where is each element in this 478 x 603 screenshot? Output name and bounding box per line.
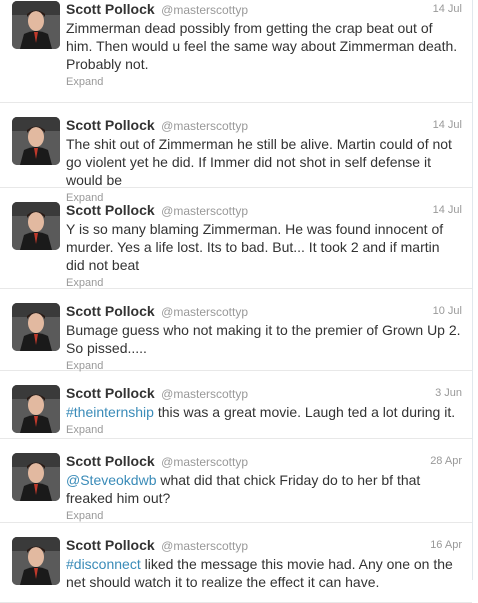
tweet-item[interactable]: Scott Pollock @masterscottyp 14 Jul Y is… [0, 188, 472, 289]
hashtag-link[interactable]: #theinternship [66, 404, 154, 420]
avatar[interactable] [12, 117, 60, 165]
fullname[interactable]: Scott Pollock [66, 1, 155, 17]
username[interactable]: @masterscottyp [161, 305, 248, 319]
tweet-header: Scott Pollock @masterscottyp 14 Jul [66, 201, 462, 219]
username[interactable]: @masterscottyp [161, 119, 248, 133]
tweet-text: @Steveokdwb what did that chick Friday d… [66, 471, 462, 507]
tweet-header: Scott Pollock @masterscottyp 14 Jul [66, 0, 462, 18]
tweet-body: this was a great movie. Laugh ted a lot … [153, 404, 456, 420]
tweet-header: Scott Pollock @masterscottyp 10 Jul [66, 302, 462, 320]
expand-link[interactable]: Expand [66, 277, 462, 289]
tweet-item[interactable]: Scott Pollock @masterscottyp 14 Jul Zimm… [0, 0, 472, 103]
tweet-item[interactable]: Scott Pollock @masterscottyp 3 Jun #thei… [0, 371, 472, 439]
expand-link[interactable]: Expand [66, 424, 462, 436]
username[interactable]: @masterscottyp [161, 3, 248, 17]
tweet-text: The shit out of Zimmerman he still be al… [66, 135, 462, 189]
timestamp[interactable]: 3 Jun [435, 384, 462, 402]
avatar[interactable] [12, 1, 60, 49]
tweet-text: #disconnect liked the message this movie… [66, 555, 462, 591]
tweet-item[interactable]: Scott Pollock @masterscottyp 10 Jul Buma… [0, 289, 472, 372]
avatar[interactable] [12, 385, 60, 433]
expand-link[interactable]: Expand [66, 76, 462, 88]
fullname[interactable]: Scott Pollock [66, 537, 155, 553]
tweet-text: #theinternship this was a great movie. L… [66, 403, 462, 421]
fullname[interactable]: Scott Pollock [66, 117, 155, 133]
tweet-body: The shit out of Zimmerman he still be al… [66, 136, 452, 188]
tweet-text: Bumage guess who not making it to the pr… [66, 321, 462, 357]
timestamp[interactable]: 14 Jul [433, 0, 462, 18]
tweet-body: Bumage guess who not making it to the pr… [66, 322, 461, 356]
tweet-item[interactable]: Scott Pollock @masterscottyp 28 Apr @Ste… [0, 439, 472, 523]
avatar[interactable] [12, 303, 60, 351]
expand-link[interactable]: Expand [66, 510, 462, 522]
tweet-body: Y is so many blaming Zimmerman. He was f… [66, 221, 444, 273]
username[interactable]: @masterscottyp [161, 387, 248, 401]
timestamp[interactable]: 16 Apr [430, 536, 462, 554]
tweet-text: Y is so many blaming Zimmerman. He was f… [66, 220, 462, 274]
tweet-body: Zimmerman dead possibly from getting the… [66, 20, 458, 72]
tweet-header: Scott Pollock @masterscottyp 14 Jul [66, 116, 462, 134]
fullname[interactable]: Scott Pollock [66, 202, 155, 218]
tweet-item[interactable]: Scott Pollock @masterscottyp 14 Jul The … [0, 103, 472, 204]
mention-link[interactable]: @Steveokdwb [66, 472, 156, 488]
username[interactable]: @masterscottyp [161, 539, 248, 553]
fullname[interactable]: Scott Pollock [66, 303, 155, 319]
tweet-timeline: Scott Pollock @masterscottyp 14 Jul Zimm… [0, 0, 473, 603]
fullname[interactable]: Scott Pollock [66, 453, 155, 469]
avatar[interactable] [12, 453, 60, 501]
username[interactable]: @masterscottyp [161, 204, 248, 218]
tweet-header: Scott Pollock @masterscottyp 16 Apr [66, 536, 462, 554]
tweet-text: Zimmerman dead possibly from getting the… [66, 19, 462, 73]
avatar[interactable] [12, 202, 60, 250]
fullname[interactable]: Scott Pollock [66, 385, 155, 401]
username[interactable]: @masterscottyp [161, 455, 248, 469]
hashtag-link[interactable]: #disconnect [66, 556, 141, 572]
timestamp[interactable]: 14 Jul [433, 201, 462, 219]
timestamp[interactable]: 28 Apr [430, 452, 462, 470]
tweet-header: Scott Pollock @masterscottyp 3 Jun [66, 384, 462, 402]
avatar[interactable] [12, 537, 60, 585]
timestamp[interactable]: 10 Jul [433, 302, 462, 320]
tweet-item[interactable]: Scott Pollock @masterscottyp 16 Apr #dis… [0, 523, 472, 603]
timestamp[interactable]: 14 Jul [433, 116, 462, 134]
tweet-header: Scott Pollock @masterscottyp 28 Apr [66, 452, 462, 470]
